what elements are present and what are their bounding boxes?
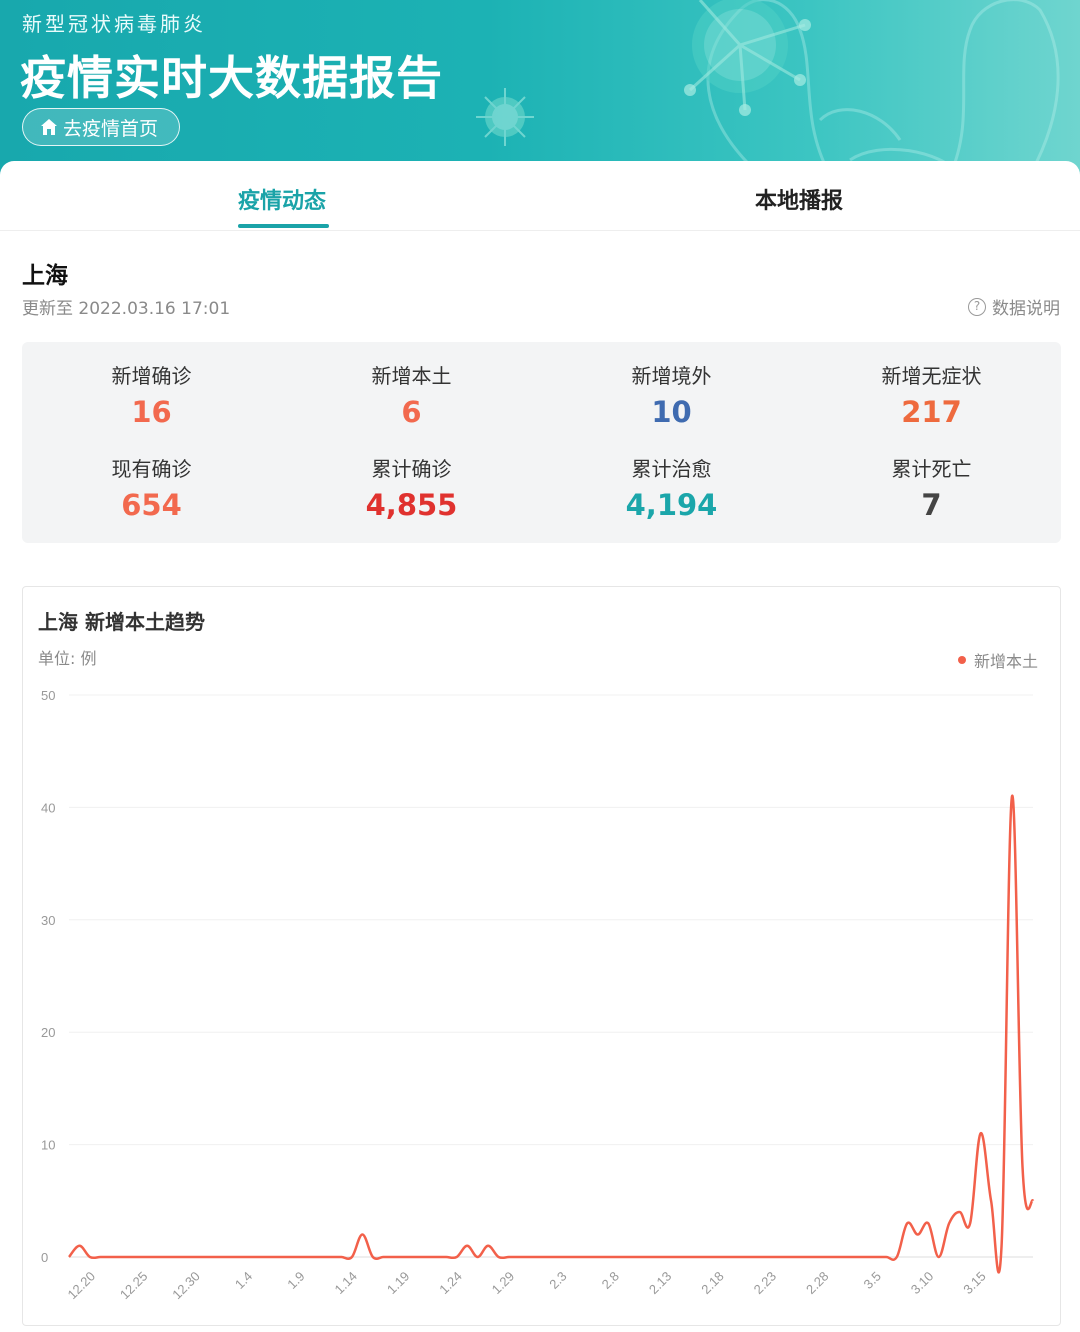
stat-new-asymptomatic: 新增无症状 217 <box>802 360 1061 429</box>
stat-value: 10 <box>651 395 692 429</box>
y-tick-label: 40 <box>41 800 55 815</box>
x-tick-label: 1.24 <box>436 1269 465 1298</box>
stat-label: 累计死亡 <box>891 457 972 481</box>
content-card: 疫情动态 本地播报 上海 更新至 2022.03.16 17:01 ? 数据说明… <box>0 161 1080 1332</box>
x-tick-label: 12.25 <box>117 1269 151 1303</box>
stat-label: 新增确诊 <box>111 364 192 388</box>
stat-new-confirmed: 新增确诊 16 <box>22 360 281 429</box>
x-tick-label: 12.30 <box>169 1269 203 1303</box>
y-tick-label: 30 <box>41 913 55 928</box>
series-line-new-local <box>68 794 1035 1274</box>
stat-new-imported: 新增境外 10 <box>542 360 801 429</box>
y-tick-label: 50 <box>41 688 55 703</box>
go-home-label: 去疫情首页 <box>63 117 159 140</box>
stat-value: 4,855 <box>365 488 458 522</box>
x-tick-label: 3.10 <box>908 1269 937 1298</box>
stat-current-confirmed: 现有确诊 654 <box>22 453 281 522</box>
stats-panel: 新增确诊 16 新增本土 6 新增境外 10 新增无症状 217 现有确诊 65… <box>22 342 1061 543</box>
tab-bar: 疫情动态 本地播报 <box>0 161 1080 231</box>
x-tick-label: 2.8 <box>599 1269 622 1292</box>
stat-label: 新增本土 <box>371 364 452 388</box>
help-icon: ? <box>968 297 986 316</box>
stat-value: 217 <box>901 395 962 429</box>
x-tick-label: 1.14 <box>332 1269 361 1298</box>
data-note-link[interactable]: ? 数据说明 <box>968 294 1060 319</box>
x-tick-label: 3.15 <box>960 1269 989 1298</box>
x-tick-label: 2.18 <box>698 1269 727 1298</box>
go-home-button[interactable]: 去疫情首页 <box>22 108 180 146</box>
x-tick-label: 1.19 <box>384 1269 413 1298</box>
y-tick-label: 0 <box>41 1250 48 1265</box>
y-tick-label: 10 <box>41 1138 55 1153</box>
home-icon <box>41 119 57 135</box>
x-tick-label: 2.23 <box>751 1269 780 1298</box>
update-time: 更新至 2022.03.16 17:01 <box>22 299 231 319</box>
chart-plot: 0 10 20 30 40 50 12.20 12.25 12.30 1.4 1.9 1.14 1.19… <box>41 688 1035 1303</box>
tab-local-news[interactable]: 本地播报 <box>755 183 843 215</box>
stat-value: 7 <box>921 488 942 522</box>
stat-value: 16 <box>131 395 172 429</box>
header-banner: 新型冠状病毒肺炎 疫情实时大数据报告 去疫情首页 <box>0 0 1080 175</box>
stat-value: 6 <box>401 395 422 429</box>
data-note-label: 数据说明 <box>992 299 1060 319</box>
stat-label: 新增境外 <box>631 364 712 388</box>
active-tab-indicator <box>238 224 329 228</box>
x-tick-label: 1.4 <box>232 1269 255 1292</box>
tab-epidemic-updates[interactable]: 疫情动态 <box>238 183 326 215</box>
x-tick-label: 12.20 <box>64 1269 98 1303</box>
stat-label: 现有确诊 <box>111 457 192 481</box>
x-tick-label: 2.3 <box>546 1269 569 1292</box>
page-title: 疫情实时大数据报告 <box>20 51 443 105</box>
y-tick-label: 20 <box>41 1025 55 1040</box>
region-name: 上海 <box>22 263 68 289</box>
trend-chart: 上海 新增本土趋势 单位: 例 新增本土 0 10 20 30 40 50 12.20 12.… <box>22 586 1061 1326</box>
x-tick-label: 3.5 <box>861 1269 884 1292</box>
stat-total-confirmed: 累计确诊 4,855 <box>282 453 541 522</box>
banner-subtitle: 新型冠状病毒肺炎 <box>22 12 206 36</box>
x-tick-label: 2.28 <box>803 1269 832 1298</box>
stat-total-deaths: 累计死亡 7 <box>802 453 1061 522</box>
x-tick-label: 1.29 <box>489 1269 518 1298</box>
stat-new-local: 新增本土 6 <box>282 360 541 429</box>
stat-value: 4,194 <box>625 488 718 522</box>
stat-value: 654 <box>121 488 182 522</box>
stat-label: 累计确诊 <box>371 457 452 481</box>
stat-label: 新增无症状 <box>881 364 982 388</box>
x-tick-label: 1.9 <box>284 1269 307 1292</box>
x-tick-label: 2.13 <box>646 1269 675 1298</box>
stat-total-recovered: 累计治愈 4,194 <box>542 453 801 522</box>
stat-label: 累计治愈 <box>631 457 712 481</box>
